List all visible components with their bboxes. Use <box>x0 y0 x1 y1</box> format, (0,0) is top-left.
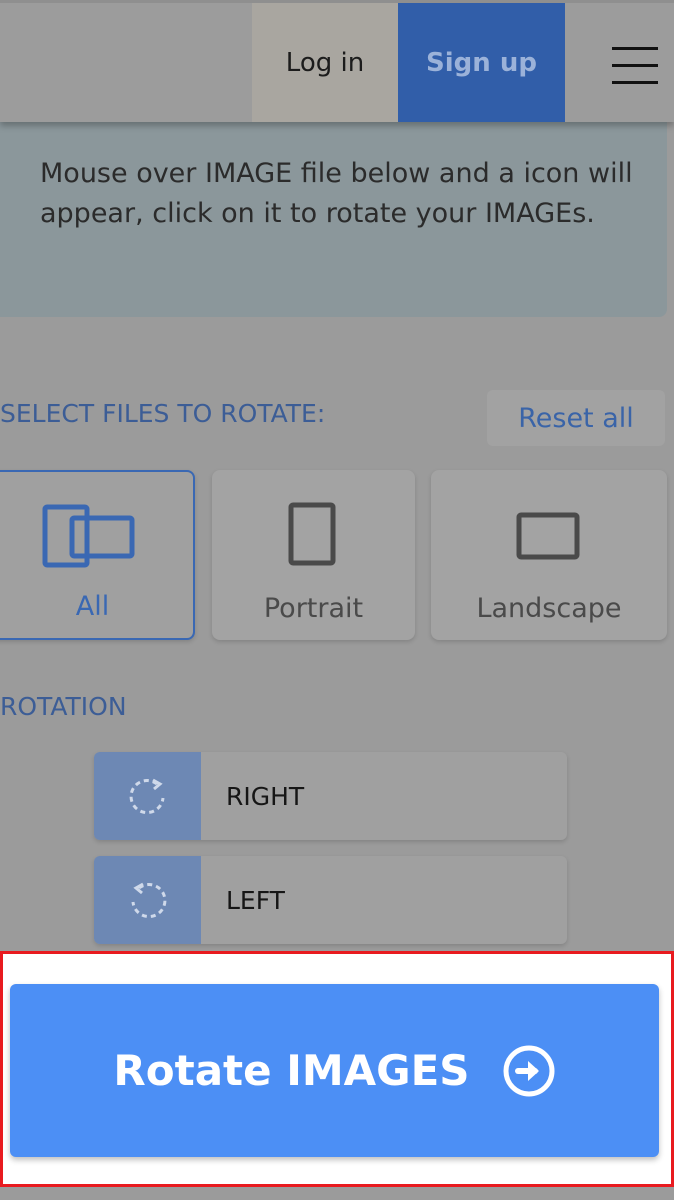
signup-button[interactable]: Sign up <box>398 3 565 122</box>
filter-portrait[interactable]: Portrait <box>212 470 415 640</box>
landscape-icon <box>516 512 580 560</box>
filter-portrait-label: Portrait <box>263 593 364 624</box>
all-orientations-icon <box>42 504 135 568</box>
filter-all-label: All <box>75 591 110 622</box>
instructions-text: Mouse over IMAGE file below and a icon w… <box>40 158 633 229</box>
select-files-title: SELECT FILES TO ROTATE: <box>0 399 326 428</box>
top-header: Log in Sign up <box>0 0 674 122</box>
rotate-left-icon <box>94 856 201 944</box>
rotate-images-button[interactable]: Rotate IMAGES <box>10 984 659 1157</box>
rotate-right-button[interactable]: RIGHT <box>94 752 567 840</box>
filter-landscape-label: Landscape <box>476 593 622 624</box>
rotate-left-label: LEFT <box>226 885 285 915</box>
login-button[interactable]: Log in <box>252 3 398 122</box>
rotate-right-icon <box>94 752 201 840</box>
arrow-right-circle-icon <box>503 1045 555 1096</box>
rotate-left-button[interactable]: LEFT <box>94 856 567 944</box>
rotation-title: ROTATION <box>0 692 127 721</box>
page-bottom-strip <box>0 1187 674 1200</box>
portrait-icon <box>288 502 336 566</box>
instructions-box: Mouse over IMAGE file below and a icon w… <box>0 122 667 317</box>
rotate-right-label: RIGHT <box>226 781 305 811</box>
filter-landscape[interactable]: Landscape <box>431 470 667 640</box>
hamburger-menu-icon[interactable] <box>612 47 658 85</box>
filter-all[interactable]: All <box>0 470 195 640</box>
reset-all-button[interactable]: Reset all <box>487 390 665 446</box>
rotate-images-label: Rotate IMAGES <box>113 1046 470 1095</box>
